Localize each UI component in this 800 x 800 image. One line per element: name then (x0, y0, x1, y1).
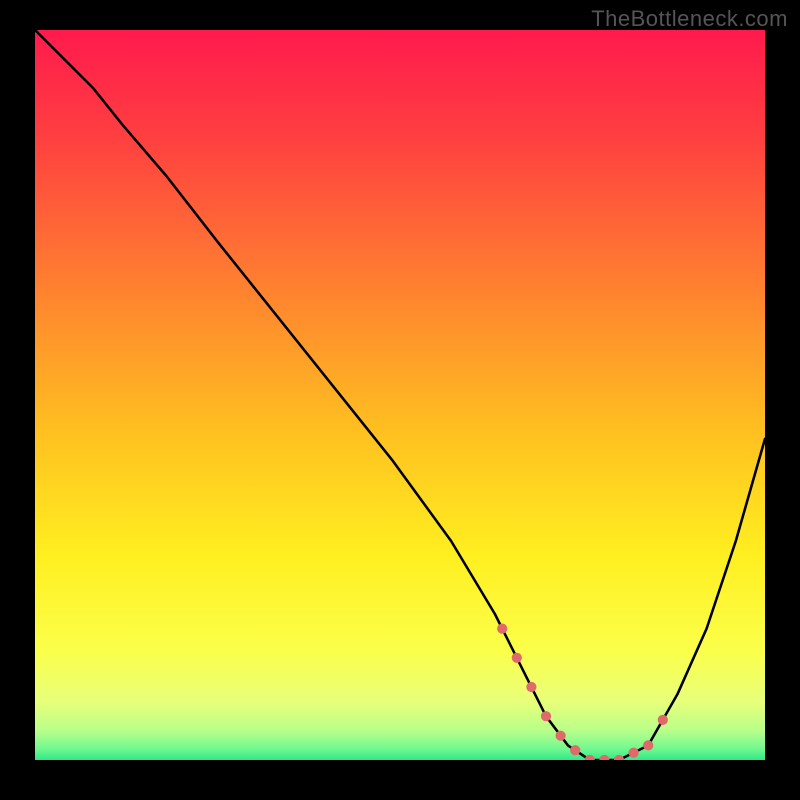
valley-dot (570, 745, 580, 755)
watermark-text: TheBottleneck.com (591, 6, 788, 32)
valley-dot (599, 755, 609, 760)
valley-dot (512, 653, 522, 663)
valley-dot (526, 682, 536, 692)
valley-dot (628, 748, 638, 758)
valley-dot (555, 731, 565, 741)
valley-dot (658, 715, 668, 725)
valley-dot (614, 755, 624, 760)
chart-container: TheBottleneck.com (0, 0, 800, 800)
valley-dot (541, 711, 551, 721)
valley-dots (35, 30, 765, 760)
valley-dot (643, 740, 653, 750)
valley-dot (497, 623, 507, 633)
valley-dot (585, 755, 595, 760)
plot-area (35, 30, 765, 770)
